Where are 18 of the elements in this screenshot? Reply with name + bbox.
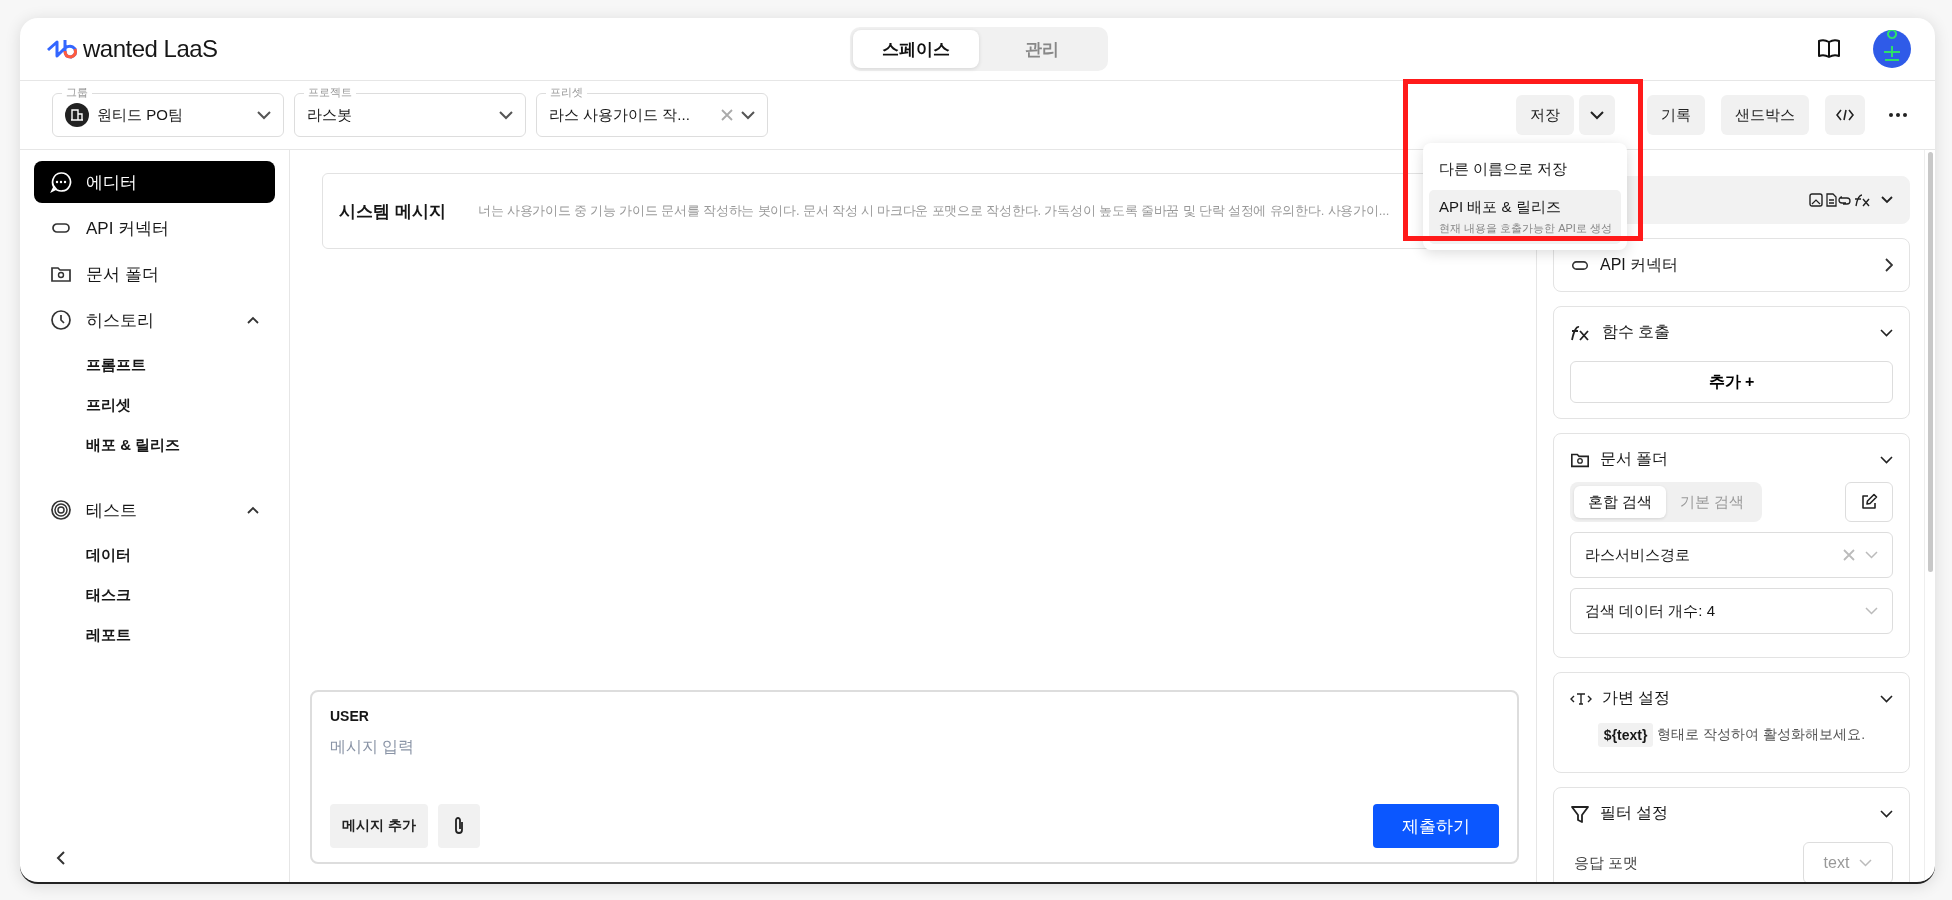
card-title: 문서 폴더 (1600, 449, 1669, 469)
field-label: 프리셋 (546, 85, 587, 99)
select-value: 라스 사용가이드 작... (549, 105, 691, 125)
role-label: USER (330, 708, 370, 724)
logo-text: wanted LaaS (83, 35, 218, 63)
card-title: 함수 호출 (1602, 322, 1671, 342)
select-value: 라스봇 (307, 105, 353, 125)
system-message-text: 너는 사용가이드 중 기능 가이드 문서를 작성하는 봇이다. 문서 작성 시 마크다운 포맷으로 작성한다. 가독성이 높도록 줄바꿈 및 단락 설정에 유의한다. 사용가이... (477, 202, 1390, 220)
card-title: 필터 설정 (1600, 803, 1669, 823)
card-title: 가변 설정 (1602, 688, 1671, 708)
system-message-label: 시스템 메시지 (339, 200, 446, 223)
card-title: API 커넥터 (1600, 254, 1679, 275)
hint-text: 형태로 작성하여 활성화해보세요. (1657, 726, 1866, 744)
field-label: 프로젝트 (304, 85, 356, 99)
select-value: 원티드 PO팀 (97, 105, 184, 125)
filter-label: 응답 포맷 (1574, 853, 1639, 873)
field-label: 그룹 (62, 85, 92, 99)
code-chip: ${text} (1597, 723, 1654, 747)
